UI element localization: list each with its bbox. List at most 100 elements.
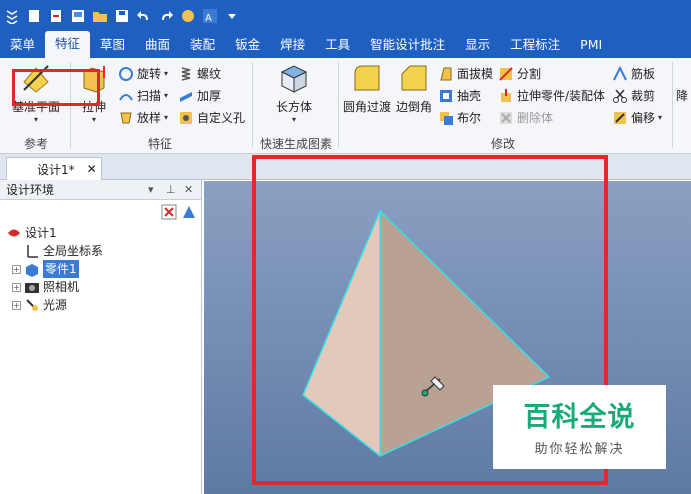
pin-icon[interactable]: ⊥: [166, 183, 176, 196]
undo-icon[interactable]: [136, 8, 152, 24]
light-icon: [24, 297, 40, 313]
custom-hole-button[interactable]: 自定义孔: [178, 108, 245, 128]
panel-title: 设计环境: [6, 183, 55, 197]
watermark: 百科全说 助你轻松解决: [493, 385, 666, 469]
tree-node-camera[interactable]: + 照相机: [0, 278, 200, 296]
tab-3[interactable]: 曲面: [135, 32, 180, 58]
cut-off-button[interactable]: 降: [676, 86, 688, 106]
delete-body-button[interactable]: 删除体: [498, 108, 553, 128]
offset-button[interactable]: 偏移 ▾: [612, 108, 662, 128]
group-label-modify: 修改: [490, 137, 515, 151]
box-button[interactable]: 长方体 ▾: [266, 62, 322, 124]
app-menu-icon[interactable]: [4, 8, 20, 25]
tree-node-design[interactable]: 设计1: [0, 224, 200, 242]
design-icon: [6, 225, 22, 241]
chamfer-icon: [398, 62, 430, 94]
group-label-reference: 参考: [23, 137, 48, 151]
chevron-down-icon: ▾: [91, 115, 96, 124]
ribbon-panel: 基准平面 ▾ 参考 拉伸 ▾ 旋转 ▾ 扫描 ▾ 放样 ▾ 螺纹 加厚 自定义孔 特征…: [0, 58, 691, 154]
chevron-down-icon: ▾: [291, 115, 296, 124]
tab-4[interactable]: 装配: [180, 32, 225, 58]
panel-header: 设计环境 ▾ ⊥ ✕: [0, 180, 201, 200]
hole-icon: [178, 110, 194, 126]
svg-text:A: A: [205, 13, 212, 24]
close-icon[interactable]: ✕: [184, 183, 193, 196]
expand-icon[interactable]: +: [12, 300, 21, 310]
tab-0[interactable]: 菜单: [0, 32, 45, 58]
tab-1[interactable]: 特征: [45, 31, 91, 58]
tree-node-coord[interactable]: 全局坐标系: [0, 242, 200, 260]
boolean-button[interactable]: 布尔: [438, 108, 481, 128]
tab-9[interactable]: 显示: [455, 32, 500, 58]
tab-2[interactable]: 草图: [90, 32, 135, 58]
delete-body-icon: [498, 110, 514, 126]
thread-button[interactable]: 螺纹: [178, 64, 221, 84]
tab-11[interactable]: PMI: [570, 32, 612, 58]
draft-button[interactable]: 面拔模: [438, 64, 493, 84]
redo-icon[interactable]: [158, 8, 174, 24]
coordinate-system-icon: [24, 243, 40, 259]
tree-highlight-box: [12, 69, 100, 106]
save-icon[interactable]: [114, 8, 130, 24]
tab-10[interactable]: 工程标注: [500, 32, 570, 58]
thicken-button[interactable]: 加厚: [178, 86, 221, 106]
box-icon: [278, 62, 310, 94]
split-icon: [498, 66, 514, 82]
new-file-icon[interactable]: [26, 8, 42, 24]
smart-icon[interactable]: [180, 8, 196, 24]
document-tab-title: 设计1*: [37, 162, 75, 177]
rib-button[interactable]: 筋板: [612, 64, 655, 84]
extrude-part-button[interactable]: 拉伸零件/装配体: [498, 86, 605, 106]
part-icon: [24, 261, 40, 277]
thicken-icon: [178, 88, 194, 104]
tree-node-part[interactable]: + 零件1: [0, 260, 200, 278]
delete-icon[interactable]: [161, 204, 177, 223]
fillet-button[interactable]: 圆角过渡: [342, 62, 392, 115]
ribbon-tab-bar: 菜单 特征 草图 曲面 装配 钣金 焊接 工具 智能设计批注 显示 工程标注 PMI: [0, 31, 691, 58]
watermark-subtitle: 助你轻松解决: [534, 442, 625, 457]
quick-access-toolbar: A: [0, 0, 691, 32]
draft-icon: [438, 66, 454, 82]
offset-icon: [612, 110, 628, 126]
chevron-down-icon: ▾: [33, 115, 38, 124]
shell-icon: [438, 88, 454, 104]
design-environment-panel: 设计环境 ▾ ⊥ ✕ 设计1 全局坐标系 + 零件1 + 照相机 + 光源: [0, 180, 202, 494]
chamfer-button[interactable]: 边倒角: [394, 62, 434, 115]
extrude-part-icon: [498, 88, 514, 104]
design-tree: 设计1 全局坐标系 + 零件1 + 照相机 + 光源: [0, 224, 200, 314]
save-as-icon[interactable]: [70, 8, 86, 24]
boolean-icon: [438, 110, 454, 126]
scissors-icon: [612, 88, 628, 104]
panel-toolbar: [161, 204, 197, 223]
tab-6[interactable]: 焊接: [270, 32, 315, 58]
tab-5[interactable]: 钣金: [225, 32, 270, 58]
revolve-button[interactable]: 旋转 ▾: [118, 64, 168, 84]
shell-button[interactable]: 抽壳: [438, 86, 481, 106]
camera-icon: [24, 279, 40, 295]
group-label-feature: 特征: [147, 137, 172, 151]
watermark-title: 百科全说: [523, 402, 636, 433]
thread-icon: [178, 66, 194, 82]
split-button[interactable]: 分割: [498, 64, 541, 84]
dropdown-icon[interactable]: [224, 8, 240, 24]
group-label-quick: 快速生成图素: [259, 137, 332, 151]
revolve-icon: [118, 66, 134, 82]
loft-icon: [118, 110, 134, 126]
tab-7[interactable]: 工具: [315, 32, 360, 58]
expand-icon[interactable]: +: [12, 282, 21, 292]
fillet-icon: [351, 62, 383, 94]
chevron-down-icon[interactable]: ▾: [148, 183, 154, 196]
rib-icon: [612, 65, 628, 82]
filter-icon[interactable]: [181, 204, 197, 223]
loft-button[interactable]: 放样 ▾: [118, 108, 168, 128]
folder-icon[interactable]: [92, 8, 108, 24]
expand-icon[interactable]: +: [12, 264, 21, 274]
document-tab[interactable]: 设计1* ✕: [6, 157, 102, 180]
sweep-button[interactable]: 扫描 ▾: [118, 86, 168, 106]
tree-node-light[interactable]: + 光源: [0, 296, 200, 314]
trim-button[interactable]: 裁剪: [612, 86, 655, 106]
close-icon[interactable]: ✕: [87, 162, 97, 176]
design-icon[interactable]: A: [202, 8, 218, 24]
open-icon[interactable]: [48, 8, 64, 24]
tab-8[interactable]: 智能设计批注: [360, 32, 455, 58]
